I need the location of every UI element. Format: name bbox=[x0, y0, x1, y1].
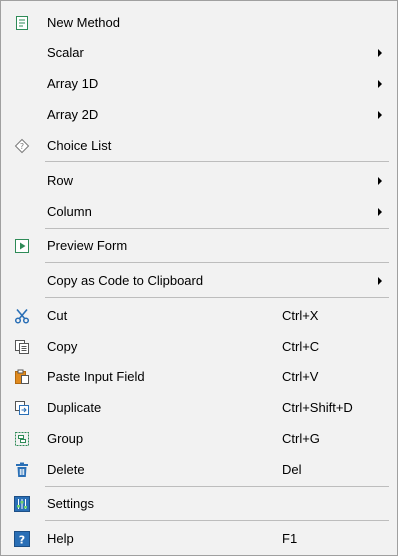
menu-separator bbox=[45, 161, 389, 162]
play-icon bbox=[14, 238, 30, 254]
submenu-arrow-icon bbox=[378, 177, 382, 185]
menu-item-row[interactable]: Row bbox=[2, 169, 396, 193]
menu-item-label: Copy bbox=[47, 339, 78, 354]
submenu-arrow-icon bbox=[378, 80, 382, 88]
paste-icon bbox=[14, 369, 30, 385]
menu-item-group[interactable]: Group Ctrl+G bbox=[2, 427, 396, 451]
menu-item-new-method[interactable]: New Method bbox=[2, 11, 396, 35]
menu-item-label: Group bbox=[47, 431, 84, 446]
menu-item-label: Duplicate bbox=[47, 400, 102, 415]
menu-item-label: Choice List bbox=[47, 138, 112, 153]
menu-item-duplicate[interactable]: Duplicate Ctrl+Shift+D bbox=[2, 396, 396, 420]
menu-separator bbox=[45, 228, 389, 229]
duplicate-icon bbox=[14, 400, 30, 416]
menu-item-label: Paste Input Field bbox=[47, 369, 145, 384]
submenu-arrow-icon bbox=[378, 111, 382, 119]
scissors-icon bbox=[14, 308, 30, 324]
menu-item-label: Row bbox=[47, 173, 74, 188]
menu-item-shortcut: Ctrl+V bbox=[282, 369, 319, 384]
menu-item-array-2d[interactable]: Array 2D bbox=[2, 103, 396, 127]
settings-icon bbox=[14, 496, 30, 512]
group-icon bbox=[14, 431, 30, 447]
menu-item-shortcut: F1 bbox=[282, 531, 298, 546]
form-icon bbox=[14, 15, 30, 31]
submenu-arrow-icon bbox=[378, 277, 382, 285]
menu-item-preview-form[interactable]: Preview Form bbox=[2, 234, 396, 258]
menu-item-label: Preview Form bbox=[47, 238, 128, 253]
menu-item-delete[interactable]: Delete Del bbox=[2, 458, 396, 482]
menu-item-shortcut: Ctrl+X bbox=[282, 308, 319, 323]
menu-separator bbox=[45, 262, 389, 263]
menu-item-label: Array 1D bbox=[47, 76, 99, 91]
menu-item-copy[interactable]: Copy Ctrl+C bbox=[2, 335, 396, 359]
menu-item-choice-list[interactable]: ? Choice List bbox=[2, 134, 396, 158]
menu-item-column[interactable]: Column bbox=[2, 200, 396, 224]
context-menu: New Method Scalar Array 1D Array 2D ? Ch… bbox=[0, 0, 398, 556]
menu-item-label: Cut bbox=[47, 308, 68, 323]
menu-separator bbox=[45, 486, 389, 487]
menu-item-label: Help bbox=[47, 531, 74, 546]
submenu-arrow-icon bbox=[378, 49, 382, 57]
menu-item-label: Array 2D bbox=[47, 107, 99, 122]
copy-icon bbox=[14, 339, 30, 355]
menu-item-label: Settings bbox=[47, 496, 94, 511]
menu-item-label: New Method bbox=[47, 15, 120, 30]
svg-text:?: ? bbox=[19, 534, 25, 547]
menu-item-help[interactable]: ? Help F1 bbox=[2, 527, 396, 551]
diamond-question-icon: ? bbox=[14, 138, 30, 154]
help-icon: ? bbox=[14, 531, 30, 547]
menu-item-array-1d[interactable]: Array 1D bbox=[2, 72, 396, 96]
menu-item-settings[interactable]: Settings bbox=[2, 492, 396, 516]
menu-item-cut[interactable]: Cut Ctrl+X bbox=[2, 304, 396, 328]
menu-separator bbox=[45, 297, 389, 298]
submenu-arrow-icon bbox=[378, 208, 382, 216]
menu-item-shortcut: Ctrl+C bbox=[282, 339, 320, 354]
menu-item-shortcut: Ctrl+Shift+D bbox=[282, 400, 353, 415]
menu-item-label: Delete bbox=[47, 462, 85, 477]
menu-item-shortcut: Del bbox=[282, 462, 302, 477]
menu-item-scalar[interactable]: Scalar bbox=[2, 41, 396, 65]
menu-item-label: Copy as Code to Clipboard bbox=[47, 273, 204, 288]
menu-item-label: Column bbox=[47, 204, 92, 219]
svg-text:?: ? bbox=[20, 142, 24, 151]
menu-item-shortcut: Ctrl+G bbox=[282, 431, 320, 446]
menu-item-label: Scalar bbox=[47, 45, 84, 60]
trash-icon bbox=[14, 462, 30, 478]
menu-separator bbox=[45, 520, 389, 521]
menu-item-copy-as-code[interactable]: Copy as Code to Clipboard bbox=[2, 269, 396, 293]
menu-item-paste-input-field[interactable]: Paste Input Field Ctrl+V bbox=[2, 365, 396, 389]
